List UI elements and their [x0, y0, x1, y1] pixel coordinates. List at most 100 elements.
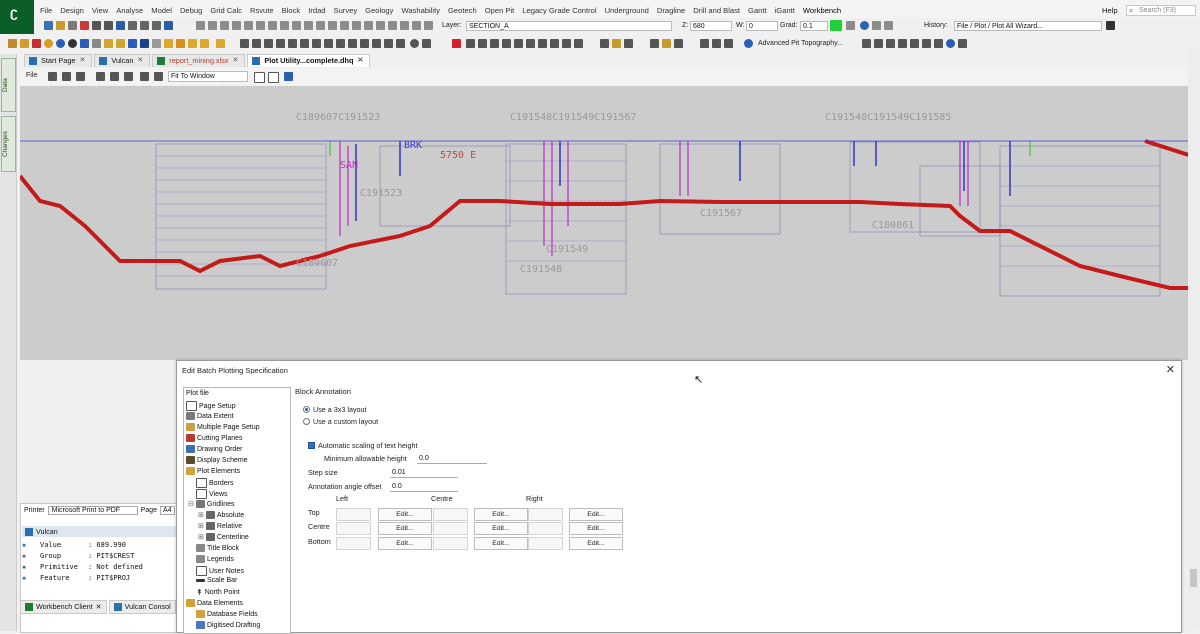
zoom-in-icon[interactable] — [110, 72, 119, 81]
draw-tool-6-icon[interactable] — [68, 39, 77, 48]
extra-tool-8-icon[interactable] — [946, 39, 955, 48]
draw-tool-16-icon[interactable] — [188, 39, 197, 48]
tree-item-user-notes[interactable]: User Notes — [196, 566, 244, 576]
grad-input[interactable]: 0.1 — [800, 21, 828, 31]
tree-item-plot-file[interactable]: Plot file — [186, 390, 209, 397]
edit-top-right-button[interactable]: Edit... — [569, 508, 623, 521]
radio-custom-layout[interactable] — [303, 418, 310, 425]
undo-icon[interactable] — [92, 21, 101, 30]
tab-plot-utility[interactable]: Plot Utility...complete.dhq ✕ — [247, 54, 371, 67]
tool-1-icon[interactable] — [196, 21, 205, 30]
fit-width-icon[interactable] — [154, 72, 163, 81]
draw-tool-13-icon[interactable] — [152, 39, 161, 48]
snap-tool-4-icon[interactable] — [650, 39, 659, 48]
auto-scale-checkbox[interactable] — [308, 442, 315, 449]
min-height-input[interactable]: 0.0 — [417, 454, 487, 464]
grid-tool-1-icon[interactable] — [700, 39, 709, 48]
draw-tool-4-icon[interactable] — [44, 39, 53, 48]
edit-tool-6-icon[interactable] — [312, 39, 321, 48]
draw-tool-17-icon[interactable] — [200, 39, 209, 48]
seg-tool-8-icon[interactable] — [550, 39, 559, 48]
edit-centre-right-button[interactable]: Edit... — [569, 522, 623, 535]
collapse-icon[interactable]: ⊟ — [188, 500, 194, 508]
menu-survey[interactable]: Survey — [334, 6, 358, 15]
angle-offset-input[interactable]: 0.0 — [390, 482, 458, 492]
tool-16-icon[interactable] — [376, 21, 385, 30]
tree-item-north-point[interactable]: ↟ North Point — [196, 588, 240, 597]
search-input[interactable]: ⌕ Search (F3) — [1126, 5, 1196, 16]
tree-item-cutting-planes[interactable]: Cutting Planes — [186, 434, 243, 442]
tool-22-icon[interactable] — [872, 21, 881, 30]
tool-2-icon[interactable] — [208, 21, 217, 30]
grid-tool-2-icon[interactable] — [712, 39, 721, 48]
close-icon[interactable]: ✕ — [96, 601, 102, 613]
menu-view[interactable]: View — [92, 6, 108, 15]
seg-tool-1-icon[interactable] — [466, 39, 475, 48]
tree-item-absolute[interactable]: ⊞ Absolute — [198, 511, 244, 519]
menu-debug[interactable]: Debug — [180, 6, 202, 15]
draw-tool-10-icon[interactable] — [116, 39, 125, 48]
draw-tool-3-icon[interactable] — [32, 39, 41, 48]
multi-page-icon[interactable] — [268, 72, 279, 83]
seg-tool-9-icon[interactable] — [562, 39, 571, 48]
paste-icon[interactable] — [140, 21, 149, 30]
edit-tool-9-icon[interactable] — [348, 39, 357, 48]
menu-geotech[interactable]: Geotech — [448, 6, 477, 15]
tree-item-display-scheme[interactable]: Display Scheme — [186, 456, 248, 464]
seg-tool-6-icon[interactable] — [526, 39, 535, 48]
edit-bottom-right-button[interactable]: Edit... — [569, 537, 623, 550]
close-icon[interactable]: ✕ — [357, 55, 363, 67]
help-icon[interactable] — [164, 21, 173, 30]
draw-tool-2-icon[interactable] — [20, 39, 29, 48]
menu-rsvute[interactable]: Rsvute — [250, 6, 274, 15]
edit-tool-8-icon[interactable] — [336, 39, 345, 48]
extra-tool-9-icon[interactable] — [958, 39, 967, 48]
plot-canvas[interactable]: C189607C191523 C191548C191549C191567 C19… — [20, 86, 1198, 360]
expand-icon[interactable]: ⊞ — [198, 511, 204, 519]
extra-tool-3-icon[interactable] — [886, 39, 895, 48]
tree-item-gridlines[interactable]: ⊟ Gridlines — [188, 500, 235, 508]
draw-tool-9-icon[interactable] — [104, 39, 113, 48]
expand-icon[interactable]: ⊞ — [198, 533, 204, 541]
draw-tool-12-icon[interactable] — [140, 39, 149, 48]
snap-tool-2-icon[interactable] — [612, 39, 621, 48]
close-icon[interactable]: ✕ — [233, 55, 239, 67]
edit-tool-10-icon[interactable] — [360, 39, 369, 48]
edit-tool-1-icon[interactable] — [252, 39, 261, 48]
tab-workbench-client[interactable]: Workbench Client ✕ — [20, 600, 107, 614]
tree-item-legends[interactable]: Legends — [196, 555, 234, 563]
edit-centre-left-button[interactable]: Edit... — [378, 522, 432, 535]
seg-tool-7-icon[interactable] — [538, 39, 547, 48]
print-icon[interactable] — [48, 72, 57, 81]
edit-tool-14-icon[interactable] — [422, 39, 431, 48]
menu-washability[interactable]: Washability — [401, 6, 440, 15]
edit-tool-4-icon[interactable] — [288, 39, 297, 48]
menu-open-pit[interactable]: Open Pit — [485, 6, 515, 15]
tree-item-views[interactable]: Views — [196, 489, 228, 499]
extra-tool-2-icon[interactable] — [874, 39, 883, 48]
edit-tool-3-icon[interactable] — [276, 39, 285, 48]
tree-item-digitised-drafting[interactable]: Digitised Drafting — [196, 621, 260, 629]
menu-underground[interactable]: Underground — [605, 6, 649, 15]
menu-drill-and-blast[interactable]: Drill and Blast — [693, 6, 740, 15]
tree-item-plot-elements[interactable]: Plot Elements — [186, 467, 240, 475]
tool-9-icon[interactable] — [292, 21, 301, 30]
tab-report[interactable]: report_mining.xlsx ✕ — [152, 54, 246, 67]
tool-13-icon[interactable] — [340, 21, 349, 30]
zoom-icon[interactable] — [96, 72, 105, 81]
draw-tool-14-icon[interactable] — [164, 39, 173, 48]
tree-item-database-fields[interactable]: Database Fields — [196, 610, 258, 618]
menu-legacy-grade-control[interactable]: Legacy Grade Control — [522, 6, 596, 15]
close-icon[interactable]: ✕ — [1166, 363, 1175, 376]
draw-tool-1-icon[interactable] — [8, 39, 17, 48]
edit-tool-12-icon[interactable] — [384, 39, 393, 48]
edit-bottom-centre-button[interactable]: Edit... — [474, 537, 528, 550]
tool-8-icon[interactable] — [280, 21, 289, 30]
tool-10-icon[interactable] — [304, 21, 313, 30]
edit-top-centre-button[interactable]: Edit... — [474, 508, 528, 521]
draw-tool-11-icon[interactable] — [128, 39, 137, 48]
extra-tool-4-icon[interactable] — [898, 39, 907, 48]
color-swatch-icon[interactable] — [830, 20, 842, 31]
draw-tool-5-icon[interactable] — [56, 39, 65, 48]
menu-geology[interactable]: Geology — [365, 6, 393, 15]
